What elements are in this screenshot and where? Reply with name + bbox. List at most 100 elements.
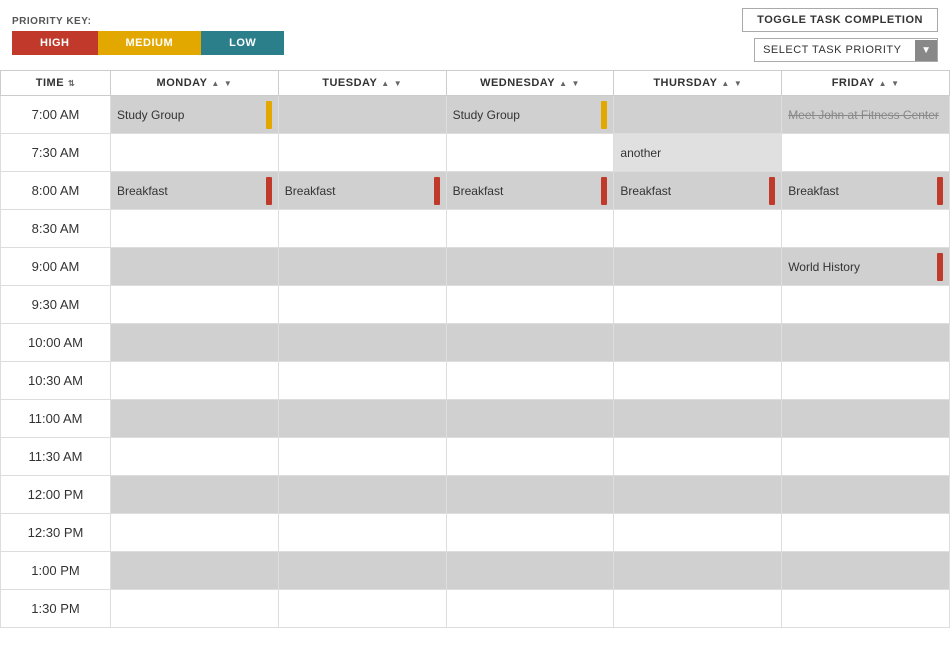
filter-wednesday-desc[interactable]: ▼ <box>571 79 579 88</box>
cell-friday[interactable] <box>782 476 950 514</box>
cell-wednesday[interactable] <box>446 552 614 590</box>
priority-select[interactable]: SELECT TASK PRIORITY HIGH MEDIUM LOW <box>755 39 915 61</box>
cell-tuesday[interactable] <box>278 134 446 172</box>
event-text-friday: Meet John at Fitness Center <box>788 108 939 122</box>
cell-wednesday[interactable]: Breakfast <box>446 172 614 210</box>
cell-wednesday[interactable] <box>446 286 614 324</box>
priority-bar-high <box>601 177 607 205</box>
cell-tuesday[interactable] <box>278 552 446 590</box>
filter-monday-asc[interactable]: ▲ <box>211 79 219 88</box>
toggle-task-completion-button[interactable]: TOGGLE TASK COMPLETION <box>742 8 938 32</box>
cell-thursday[interactable] <box>614 476 782 514</box>
controls: TOGGLE TASK COMPLETION SELECT TASK PRIOR… <box>742 8 938 62</box>
cell-monday[interactable] <box>111 400 279 438</box>
cell-thursday[interactable] <box>614 324 782 362</box>
cell-thursday[interactable] <box>614 362 782 400</box>
cell-friday[interactable] <box>782 362 950 400</box>
cell-monday[interactable] <box>111 552 279 590</box>
cell-wednesday[interactable] <box>446 210 614 248</box>
filter-thursday-asc[interactable]: ▲ <box>721 79 729 88</box>
cell-wednesday[interactable] <box>446 248 614 286</box>
cell-wednesday[interactable] <box>446 324 614 362</box>
cell-monday[interactable] <box>111 590 279 628</box>
event-text-friday: World History <box>788 260 860 274</box>
cell-friday[interactable]: World History <box>782 248 950 286</box>
cell-tuesday[interactable] <box>278 248 446 286</box>
cell-tuesday[interactable] <box>278 438 446 476</box>
cell-tuesday[interactable] <box>278 476 446 514</box>
cell-wednesday[interactable] <box>446 438 614 476</box>
cell-thursday[interactable] <box>614 96 782 134</box>
cell-wednesday[interactable] <box>446 400 614 438</box>
cell-wednesday[interactable] <box>446 514 614 552</box>
cell-monday[interactable] <box>111 210 279 248</box>
cell-wednesday[interactable] <box>446 590 614 628</box>
cell-monday[interactable]: Breakfast <box>111 172 279 210</box>
cell-monday[interactable] <box>111 324 279 362</box>
cell-friday[interactable] <box>782 134 950 172</box>
cell-friday[interactable] <box>782 286 950 324</box>
cell-tuesday[interactable] <box>278 590 446 628</box>
cell-thursday[interactable] <box>614 438 782 476</box>
cell-thursday[interactable] <box>614 590 782 628</box>
cell-friday[interactable] <box>782 514 950 552</box>
cell-friday[interactable]: Meet John at Fitness Center <box>782 96 950 134</box>
filter-tuesday-desc[interactable]: ▼ <box>394 79 402 88</box>
cell-tuesday[interactable] <box>278 96 446 134</box>
th-monday-label: MONDAY <box>157 77 208 89</box>
cell-tuesday[interactable] <box>278 400 446 438</box>
cell-tuesday[interactable] <box>278 210 446 248</box>
priority-bar-high <box>434 177 440 205</box>
cell-monday[interactable]: Study Group <box>111 96 279 134</box>
cell-friday[interactable] <box>782 438 950 476</box>
time-cell: 8:30 AM <box>1 210 111 248</box>
cell-thursday[interactable]: another <box>614 134 782 172</box>
cell-monday[interactable] <box>111 438 279 476</box>
cell-friday[interactable]: Breakfast <box>782 172 950 210</box>
cell-friday[interactable] <box>782 210 950 248</box>
cell-friday[interactable] <box>782 552 950 590</box>
table-row: 8:00 AMBreakfastBreakfastBreakfastBreakf… <box>1 172 950 210</box>
cell-thursday[interactable]: Breakfast <box>614 172 782 210</box>
priority-bar-high <box>266 177 272 205</box>
cell-wednesday[interactable] <box>446 476 614 514</box>
filter-thursday-desc[interactable]: ▼ <box>734 79 742 88</box>
cell-monday[interactable] <box>111 476 279 514</box>
swatch-low: LOW <box>201 31 284 55</box>
sort-icon-time[interactable]: ⇅ <box>68 79 75 88</box>
cell-monday[interactable] <box>111 248 279 286</box>
cell-wednesday[interactable]: Study Group <box>446 96 614 134</box>
cell-wednesday[interactable] <box>446 134 614 172</box>
cell-monday[interactable] <box>111 362 279 400</box>
cell-monday[interactable] <box>111 134 279 172</box>
th-friday: FRIDAY ▲ ▼ <box>782 71 950 96</box>
cell-thursday[interactable] <box>614 210 782 248</box>
cell-tuesday[interactable] <box>278 286 446 324</box>
time-cell: 9:00 AM <box>1 248 111 286</box>
cell-thursday[interactable] <box>614 286 782 324</box>
filter-friday-desc[interactable]: ▼ <box>891 79 899 88</box>
cell-monday[interactable] <box>111 514 279 552</box>
event-text-wednesday: Study Group <box>453 108 520 122</box>
cell-thursday[interactable] <box>614 514 782 552</box>
cell-tuesday[interactable] <box>278 514 446 552</box>
cell-friday[interactable] <box>782 400 950 438</box>
event-text-wednesday: Breakfast <box>453 184 504 198</box>
cell-wednesday[interactable] <box>446 362 614 400</box>
cell-monday[interactable] <box>111 286 279 324</box>
filter-monday-desc[interactable]: ▼ <box>224 79 232 88</box>
cell-friday[interactable] <box>782 324 950 362</box>
filter-wednesday-asc[interactable]: ▲ <box>559 79 567 88</box>
cell-tuesday[interactable]: Breakfast <box>278 172 446 210</box>
filter-friday-asc[interactable]: ▲ <box>879 79 887 88</box>
priority-select-wrapper[interactable]: SELECT TASK PRIORITY HIGH MEDIUM LOW ▼ <box>754 38 938 62</box>
cell-tuesday[interactable] <box>278 324 446 362</box>
table-row: 12:00 PM <box>1 476 950 514</box>
cell-friday[interactable] <box>782 590 950 628</box>
filter-tuesday-asc[interactable]: ▲ <box>381 79 389 88</box>
cell-thursday[interactable] <box>614 552 782 590</box>
cell-tuesday[interactable] <box>278 362 446 400</box>
th-monday: MONDAY ▲ ▼ <box>111 71 279 96</box>
cell-thursday[interactable] <box>614 248 782 286</box>
cell-thursday[interactable] <box>614 400 782 438</box>
